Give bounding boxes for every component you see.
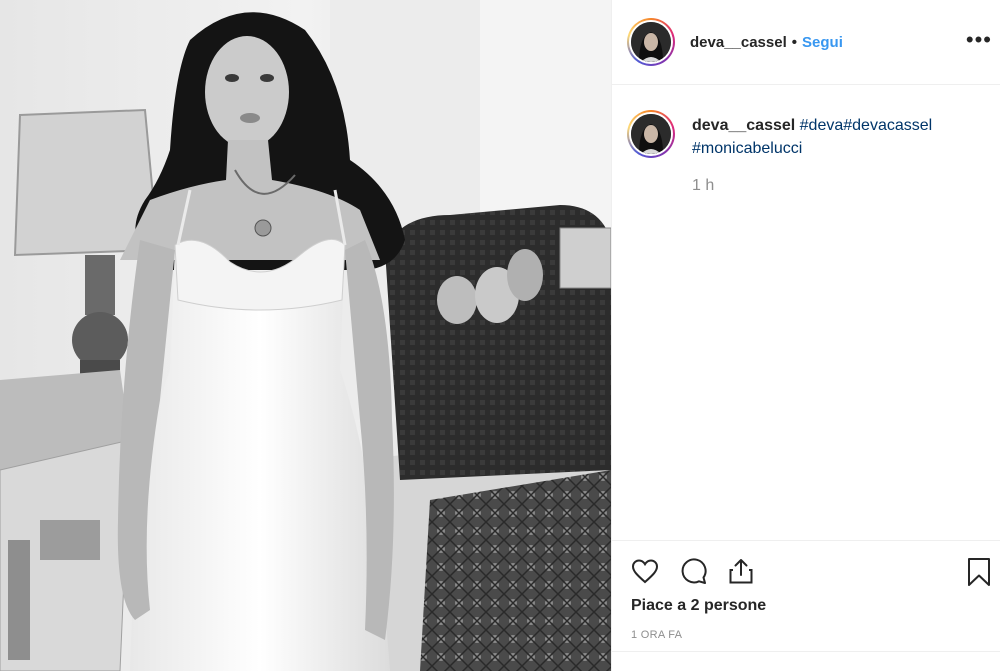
caption-timestamp[interactable]: 1 h [692,174,932,197]
hashtag-link[interactable]: #deva [800,117,844,134]
caption-avatar[interactable] [631,114,671,154]
hashtag-link[interactable]: #devacassel [843,117,932,134]
author-username[interactable]: deva__cassel [690,34,787,51]
like-button[interactable] [630,556,660,586]
caption-avatar-image [631,114,671,154]
post-timestamp[interactable]: 1 ORA FA [612,629,1000,641]
caption-username[interactable]: deva__cassel [692,117,795,134]
heart-icon [631,559,659,584]
caption-comment: deva__cassel #deva#devacassel #monicabel… [627,108,987,197]
caption-story-ring[interactable] [627,110,675,158]
post-header: deva__cassel • Segui ••• [612,0,1000,85]
post-photo[interactable] [0,0,611,671]
post-photo-illustration [0,0,611,671]
separator-dot: • [791,33,798,51]
avatar-image [631,22,671,62]
share-icon [729,559,753,584]
share-button[interactable] [726,556,756,586]
save-button[interactable] [965,555,993,589]
comment-icon [681,558,707,584]
post-actions-section: Piace a 2 persone 1 ORA FA [612,540,1000,641]
avatar[interactable] [631,22,671,62]
post-side-panel: deva__cassel • Segui ••• deva__cassel #d… [611,0,1000,671]
story-ring[interactable] [627,18,675,66]
bookmark-icon [968,558,990,586]
hashtag-link[interactable]: #monicabelucci [692,140,802,157]
more-icon[interactable]: ••• [966,28,992,52]
follow-button[interactable]: Segui [802,34,843,51]
comment-button[interactable] [678,556,708,586]
action-bar [612,541,1000,601]
comment-input-divider [612,651,1000,652]
